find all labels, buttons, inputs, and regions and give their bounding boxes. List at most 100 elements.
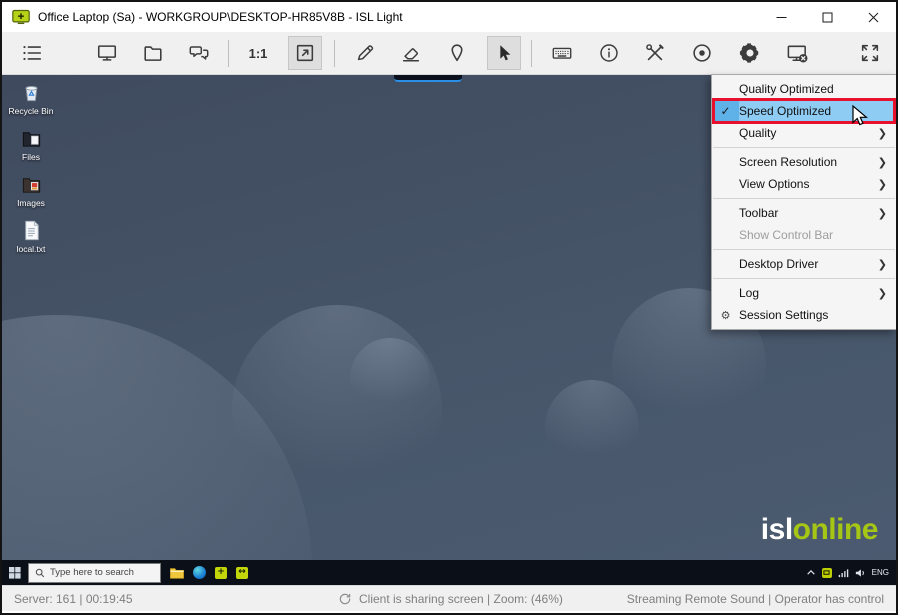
menu-item-desktop-driver[interactable]: Desktop Driver ❯ [712,253,896,275]
menu-item-session-settings[interactable]: ⚙ Session Settings [712,304,896,326]
taskbar-search-input[interactable]: Type here to search [28,562,161,583]
file-transfer-button[interactable] [136,36,170,70]
tray-chevron-up-icon[interactable] [806,568,816,577]
menu-separator [713,147,895,148]
fullscreen-expand-icon [861,44,879,62]
maximize-button[interactable] [804,2,850,32]
gear-icon [739,43,759,63]
gear-icon: ⚙ [720,308,731,322]
menu-item-screen-resolution[interactable]: Screen Resolution ❯ [712,151,896,173]
record-button[interactable] [685,36,719,70]
monitor-icon [97,45,117,61]
close-button[interactable] [850,2,896,32]
menu-separator [713,249,895,250]
menu-item-label: Session Settings [739,308,829,322]
submenu-arrow-icon: ❯ [877,286,887,300]
menu-item-log[interactable]: Log ❯ [712,282,896,304]
desktop-view-button[interactable] [90,36,124,70]
draw-pen-button[interactable] [348,36,382,70]
desktop-icon-label: Files [22,152,40,162]
taskbar-isl-light-button[interactable]: + [215,566,227,579]
menu-separator [713,278,895,279]
session-list-icon [23,45,42,61]
pencil-icon [357,45,374,61]
toolbar: 1:1 [2,32,896,75]
isl-arrows-icon: ↔ [236,566,248,579]
refresh-icon [339,593,351,604]
search-icon [35,568,45,577]
menu-item-label: View Options [739,177,810,191]
desktop-icon-recycle-bin[interactable]: Recycle Bin [7,81,55,116]
settings-button[interactable] [733,36,767,70]
submenu-arrow-icon: ❯ [877,155,887,169]
eraser-icon [402,48,420,62]
windows-logo-icon [9,566,21,579]
pointer-pin-icon [451,44,463,62]
select-cursor-button[interactable] [487,36,521,70]
menu-item-spacer [712,151,739,173]
menu-item-view-options[interactable]: View Options ❯ [712,173,896,195]
recycle-bin-icon [24,85,38,102]
logo-isl-text: isl [760,513,793,546]
menu-item-spacer [712,282,739,304]
menu-item-label: Log [739,286,760,300]
check-icon: ✓ [712,100,739,122]
system-tray: ENG [806,567,896,578]
fit-to-screen-button[interactable] [288,36,322,70]
disconnect-desktop-icon [787,45,807,63]
network-icon[interactable] [838,568,849,578]
chat-icon [189,46,209,60]
maximize-icon [822,12,832,22]
tray-isl-icon[interactable] [821,567,832,578]
cursor-arrow-icon [500,45,511,61]
fullscreen-button[interactable] [853,36,887,70]
start-button[interactable] [2,560,28,585]
menu-item-show-control-bar: Show Control Bar [712,224,896,246]
search-placeholder: Type here to search [50,567,134,578]
fit-to-screen-icon [296,44,314,62]
menu-item-toolbar[interactable]: Toolbar ❯ [712,202,896,224]
menu-separator [713,198,895,199]
submenu-arrow-icon: ❯ [877,126,887,140]
minimize-icon [776,16,786,18]
taskbar-isl-session-button[interactable]: ↔ [236,566,248,579]
isl-light-window: Office Laptop (Sa) - WORKGROUP\DESKTOP-H… [0,0,898,615]
taskbar-file-explorer-button[interactable] [170,567,184,579]
desktop-icon-label: Recycle Bin [8,106,54,116]
eraser-button[interactable] [394,36,428,70]
speaker-icon[interactable] [855,568,866,578]
desktop-icon-label: Images [17,198,45,208]
menu-item-label: Desktop Driver [739,257,819,271]
keyboard-button[interactable] [545,36,579,70]
collapsed-control-bar-tab[interactable] [394,75,462,82]
menu-item-spacer [712,202,739,224]
desktop-icon-images[interactable]: Images [7,173,55,208]
menu-item-quality-optimized[interactable]: Quality Optimized [712,78,896,100]
chat-button[interactable] [182,36,216,70]
isl-app-icon [12,9,30,25]
session-list-button[interactable] [15,36,49,70]
info-icon [600,44,618,62]
wallpaper-bubble [350,338,430,418]
tools-button[interactable] [638,36,672,70]
submenu-arrow-icon: ❯ [877,206,887,220]
menu-item-label: Speed Optimized [739,104,832,118]
desktop-icon-files[interactable]: Files [7,127,55,162]
remote-taskbar[interactable]: Type here to search + ↔ ENG [2,560,896,585]
actual-size-button[interactable]: 1:1 [241,36,275,70]
desktop-icon-local-txt[interactable]: local.txt [7,219,55,254]
end-session-button[interactable] [780,36,814,70]
edge-icon [193,566,206,579]
images-folder-icon [22,178,40,193]
tools-icon [646,44,664,61]
minimize-button[interactable] [758,2,804,32]
sharing-status: Client is sharing screen | Zoom: (46%) [338,592,563,606]
sharing-status-text: Client is sharing screen | Zoom: (46%) [359,591,563,606]
info-button[interactable] [592,36,626,70]
laser-pointer-button[interactable] [440,36,474,70]
menu-item-spacer [712,122,739,144]
language-indicator[interactable]: ENG [872,568,889,577]
taskbar-edge-button[interactable] [193,566,206,579]
title-bar[interactable]: Office Laptop (Sa) - WORKGROUP\DESKTOP-H… [2,2,896,32]
logo-online-text: online [792,513,879,546]
